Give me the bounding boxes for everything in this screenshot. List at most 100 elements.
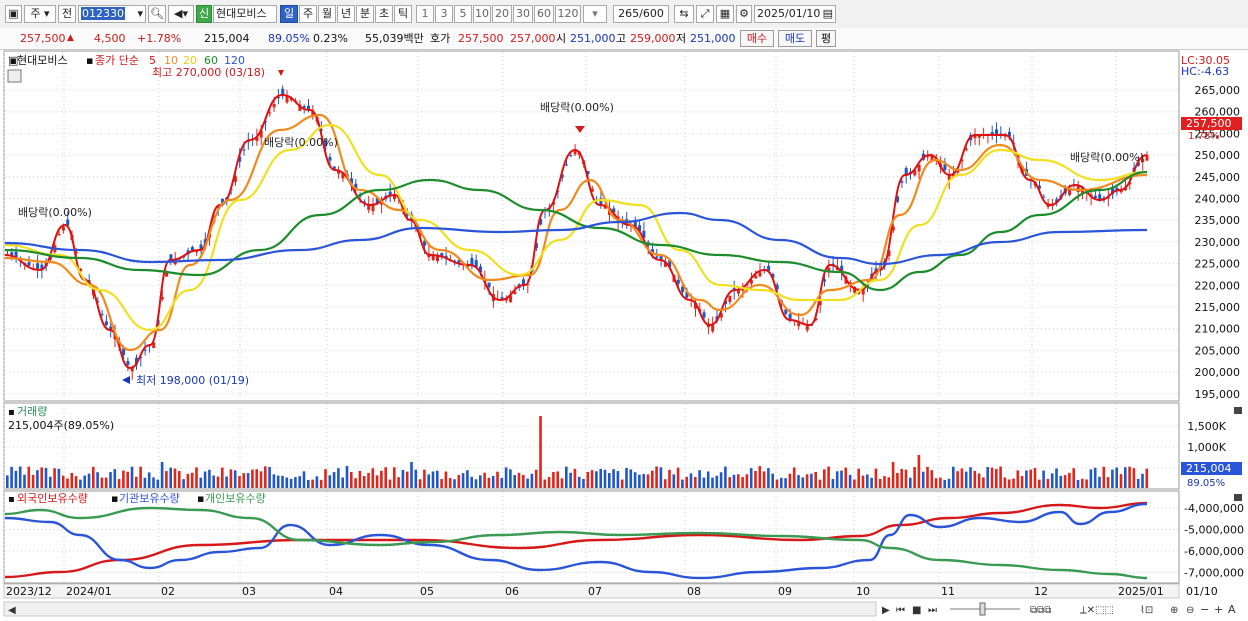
interval-20[interactable]: 20 bbox=[492, 5, 512, 23]
volume-bar bbox=[883, 476, 886, 488]
font-size-icon[interactable]: A bbox=[1228, 603, 1236, 616]
interval-1[interactable]: 1 bbox=[416, 5, 434, 23]
chart-style-icon[interactable]: ⌇⊡ bbox=[1140, 605, 1153, 616]
layout-icon[interactable]: ⧉⧉⧉ bbox=[1030, 605, 1051, 616]
horizontal-scrollbar[interactable] bbox=[3, 601, 877, 617]
period-year[interactable]: 년 bbox=[337, 5, 355, 23]
stock-chart[interactable]: ▣ 현대모비스 ▪ 종가 단순 5 10 20 60 120 최고 270,00… bbox=[0, 50, 1248, 621]
calendar-icon[interactable]: ▤ bbox=[823, 6, 833, 22]
volume-bar bbox=[603, 469, 607, 488]
interval-5[interactable]: 5 bbox=[454, 5, 472, 23]
plus-icon[interactable]: + bbox=[1214, 603, 1223, 616]
volume-bar bbox=[431, 471, 435, 488]
interval-dropdown[interactable]: ▾ bbox=[583, 5, 607, 23]
zoom-in-icon[interactable]: ⊕ bbox=[1170, 605, 1178, 616]
volume-bar bbox=[1124, 467, 1127, 488]
candle-body bbox=[565, 164, 568, 166]
volume-bar bbox=[986, 467, 989, 488]
period-day[interactable]: 일 bbox=[280, 5, 298, 23]
volume-bar bbox=[466, 470, 469, 488]
market-dropdown[interactable]: 주 ▾ bbox=[24, 5, 56, 23]
crosshair-icon[interactable]: ⤢ bbox=[696, 5, 714, 23]
volume-bar bbox=[1046, 478, 1050, 488]
bid-label: 호가 bbox=[430, 32, 451, 45]
volume-bar bbox=[354, 478, 357, 488]
stop-icon[interactable]: ■ bbox=[912, 605, 921, 616]
period-tick[interactable]: 틱 bbox=[394, 5, 412, 23]
volume-bar bbox=[1038, 479, 1041, 488]
eval-button[interactable]: 평 bbox=[816, 30, 836, 47]
volume-bar bbox=[1016, 470, 1020, 488]
volume-bar bbox=[212, 475, 215, 488]
buy-button[interactable]: 매수 bbox=[740, 30, 774, 47]
volume-bar bbox=[1007, 479, 1011, 488]
volume-bar bbox=[547, 477, 551, 488]
volume-bar bbox=[491, 475, 495, 488]
volume-bar bbox=[595, 471, 598, 488]
speaker-icon[interactable]: ◀▾ bbox=[168, 5, 194, 23]
volume-bar bbox=[552, 472, 555, 488]
volume-bar bbox=[1033, 468, 1037, 488]
volume-panel-close-icon[interactable] bbox=[1234, 407, 1242, 414]
interval-3[interactable]: 3 bbox=[435, 5, 453, 23]
candle-body bbox=[1093, 195, 1097, 198]
volume-bar bbox=[268, 467, 271, 488]
period-minute[interactable]: 분 bbox=[356, 5, 374, 23]
table-view-icon[interactable] bbox=[7, 69, 22, 83]
volume-bar bbox=[676, 467, 680, 488]
volume-bar bbox=[823, 469, 826, 488]
volume-bar bbox=[848, 474, 852, 488]
volume-bar bbox=[1115, 467, 1118, 488]
fast-forward-icon[interactable]: ⏭ bbox=[928, 605, 937, 616]
draw-tools-icon[interactable]: ⟂✕⬚⬚ bbox=[1080, 605, 1114, 616]
count-input[interactable]: 265/600 bbox=[613, 5, 669, 23]
zoom-out-icon[interactable]: ⊖ bbox=[1186, 605, 1194, 616]
volume-bar bbox=[414, 469, 418, 488]
chart-tools-icon[interactable]: ⇆ bbox=[674, 5, 694, 23]
volume-bar bbox=[1128, 466, 1131, 488]
volume-bar bbox=[749, 468, 753, 488]
investor-panel-close-icon[interactable] bbox=[1234, 494, 1242, 501]
prev-button[interactable]: 전 bbox=[58, 5, 76, 23]
interval-30[interactable]: 30 bbox=[513, 5, 533, 23]
stock-tag[interactable]: 현대모비스 bbox=[17, 54, 68, 67]
save-icon[interactable]: ▦ bbox=[716, 5, 734, 23]
period-week[interactable]: 주 bbox=[299, 5, 317, 23]
interval-10[interactable]: 10 bbox=[473, 5, 491, 23]
zoom-slider-handle[interactable] bbox=[979, 602, 986, 616]
volume-bar bbox=[6, 475, 9, 488]
search-icon[interactable]: 🔍︎ bbox=[148, 5, 166, 23]
stock-code-input[interactable]: 012330 ▾ bbox=[78, 5, 146, 23]
volume-bar bbox=[135, 476, 138, 488]
price-tick-label: 215,000 bbox=[1195, 301, 1241, 314]
volume-bar bbox=[818, 479, 822, 488]
candle-body bbox=[470, 258, 474, 266]
scroll-right-icon[interactable]: ▶ bbox=[882, 605, 890, 616]
volume-bar bbox=[995, 469, 998, 488]
window-icon[interactable]: ▣ bbox=[5, 5, 22, 23]
volume-bar bbox=[874, 468, 878, 488]
volume-bar bbox=[1102, 466, 1106, 488]
dividend-label-2: 배당락(0.00%) bbox=[264, 136, 338, 149]
minus-icon[interactable]: − bbox=[1200, 603, 1209, 616]
period-second[interactable]: 초 bbox=[375, 5, 393, 23]
interval-60[interactable]: 60 bbox=[534, 5, 554, 23]
stock-code-dropdown-icon[interactable]: ▾ bbox=[137, 6, 143, 22]
volume-bar bbox=[436, 470, 439, 488]
gear-icon[interactable]: ⚙ bbox=[736, 5, 752, 23]
x-tick-label: 07 bbox=[588, 585, 602, 598]
sell-button[interactable]: 매도 bbox=[778, 30, 812, 47]
period-month[interactable]: 월 bbox=[318, 5, 336, 23]
volume-bar bbox=[156, 479, 160, 488]
scroll-left-icon[interactable]: ◀ bbox=[8, 605, 16, 616]
volume-bar bbox=[560, 478, 564, 488]
interval-120[interactable]: 120 bbox=[555, 5, 581, 23]
x-tick-label: 11 bbox=[941, 585, 955, 598]
volume-bar bbox=[973, 470, 977, 488]
investor-axis: -4,000,000 -5,000,000 -6,000,000 -7,000,000 bbox=[1184, 502, 1244, 580]
rewind-icon[interactable]: ⏮ bbox=[896, 605, 905, 616]
date-input[interactable]: 2025/01/10 ▤ bbox=[754, 5, 836, 23]
candle-body bbox=[36, 263, 40, 270]
price-tick-label: 210,000 bbox=[1195, 323, 1241, 336]
volume-bar bbox=[1141, 473, 1144, 488]
